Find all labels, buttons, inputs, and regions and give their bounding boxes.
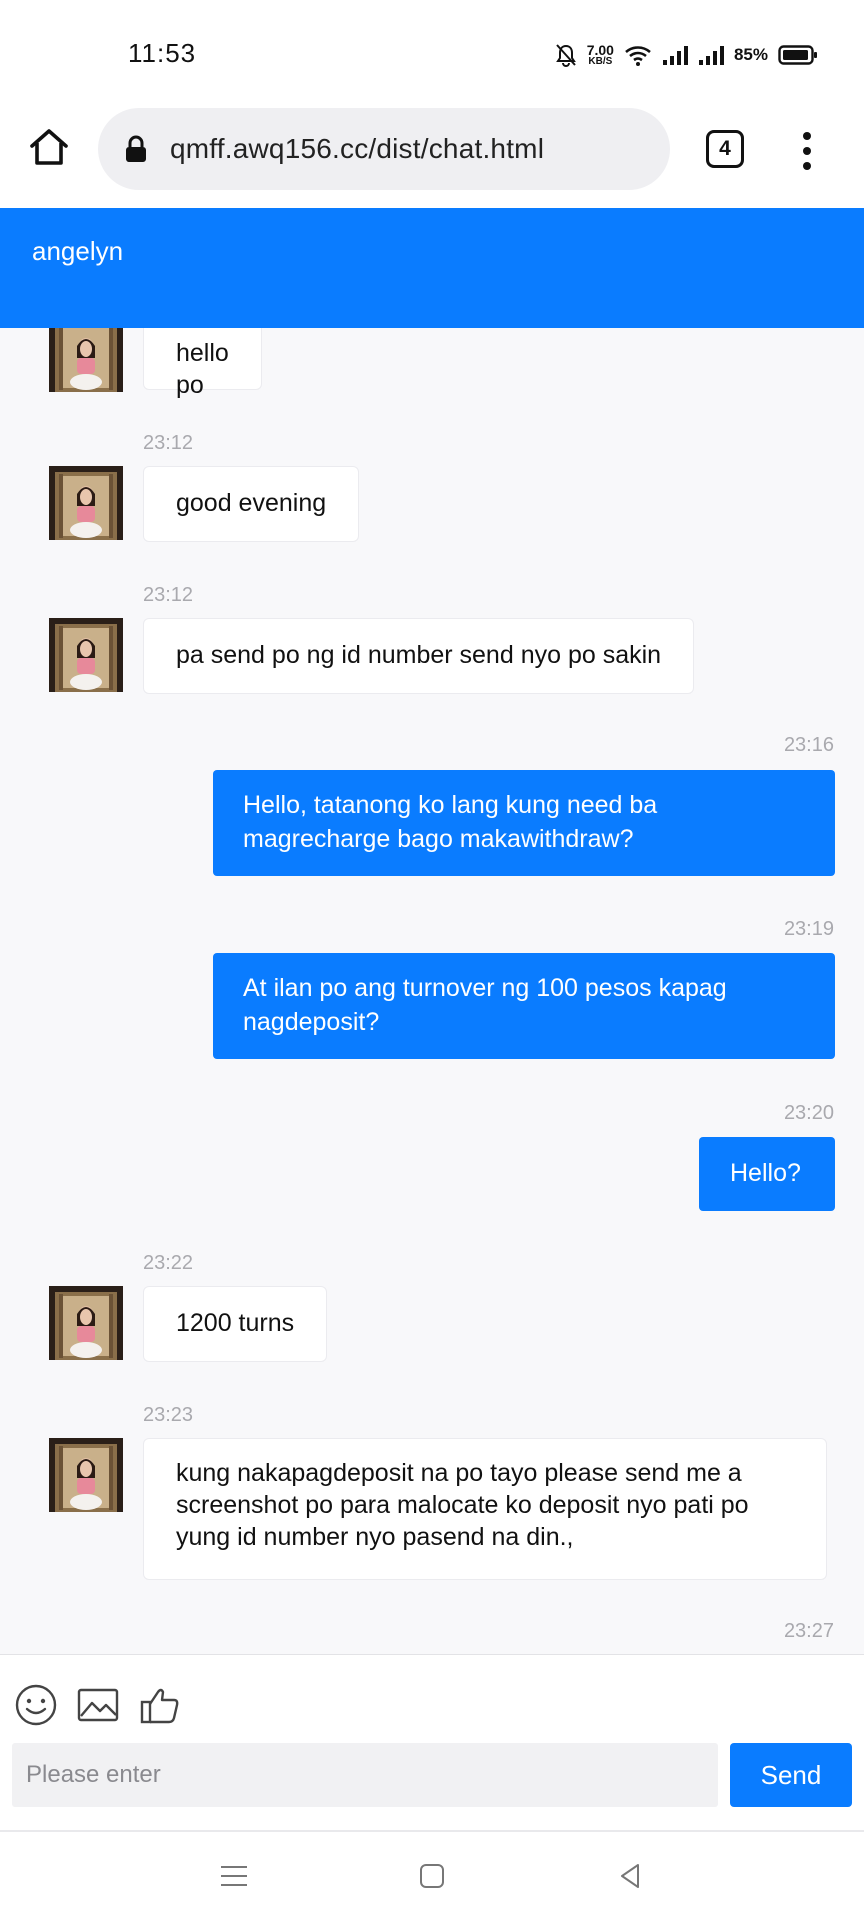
emoji-icon[interactable] xyxy=(14,1683,58,1727)
chat-app: 11:53 7.00 KB/S 85% qmff.awq156.cc/dist/… xyxy=(0,0,864,1920)
lock-icon xyxy=(126,135,146,162)
message-timestamp: 23:23 xyxy=(143,1404,194,1426)
back-triangle-icon[interactable] xyxy=(614,1860,646,1892)
composer: Please enter Send xyxy=(0,1654,864,1830)
url-text: qmff.awq156.cc/dist/chat.html xyxy=(170,133,545,164)
message-bubble: good evening xyxy=(143,466,360,542)
message-bubble: 1200 turns xyxy=(143,1286,328,1362)
message-bubble-outgoing: Hello, tatanong ko lang kung need ba mag… xyxy=(213,770,835,876)
send-button[interactable]: Send xyxy=(730,1743,852,1807)
message-bubble: hello po xyxy=(143,328,262,399)
message-timestamp: 23:20 xyxy=(783,1102,834,1124)
recents-menu-icon[interactable] xyxy=(218,1860,250,1892)
signal-icon xyxy=(662,46,688,65)
signal-icon-2 xyxy=(698,46,724,65)
battery-percent: 85% xyxy=(733,45,768,64)
battery-icon xyxy=(778,45,817,65)
wifi-icon xyxy=(625,46,651,66)
avatar xyxy=(49,328,123,392)
status-bar: 11:53 7.00 KB/S 85% xyxy=(0,0,864,100)
home-square-icon[interactable] xyxy=(416,1860,448,1892)
home-icon[interactable] xyxy=(28,126,70,168)
network-speed-unit: KB/S xyxy=(588,56,613,67)
message-timestamp: 23:22 xyxy=(143,1252,194,1274)
message-bubble-outgoing: Hello? xyxy=(699,1137,835,1211)
address-bar[interactable]: qmff.awq156.cc/dist/chat.html xyxy=(98,108,670,190)
message-timestamp: 23:12 xyxy=(143,584,194,606)
status-time: 11:53 xyxy=(128,38,197,68)
message-bubble: kung nakapagdeposit na po tayo please se… xyxy=(143,1438,827,1580)
message-bubble: pa send po ng id number send nyo po saki… xyxy=(143,618,695,694)
avatar xyxy=(49,1286,123,1360)
network-speed: 7.00 KB/S xyxy=(587,43,614,67)
avatar xyxy=(49,466,123,540)
message-timestamp: 23:19 xyxy=(783,918,834,940)
mute-bell-icon xyxy=(555,44,576,67)
status-icons: 7.00 KB/S 85% xyxy=(555,38,818,72)
image-icon[interactable] xyxy=(76,1683,120,1727)
tab-count-button[interactable]: 4 xyxy=(706,130,744,168)
message-list[interactable]: hello po 23:12 good evening 23:12 pa sen… xyxy=(0,328,864,1654)
system-navigation-bar xyxy=(0,1830,864,1920)
message-timestamp: 23:27 xyxy=(783,1620,834,1642)
message-input[interactable]: Please enter xyxy=(12,1743,718,1807)
message-timestamp: 23:12 xyxy=(143,432,194,454)
browser-toolbar: qmff.awq156.cc/dist/chat.html 4 xyxy=(0,100,864,208)
chat-header: angelyn xyxy=(0,208,864,328)
chat-title: angelyn xyxy=(32,236,124,266)
message-timestamp: 23:16 xyxy=(783,734,834,756)
more-vert-icon[interactable] xyxy=(794,128,820,174)
message-bubble-outgoing: At ilan po ang turnover ng 100 pesos kap… xyxy=(213,953,835,1059)
network-speed-value: 7.00 xyxy=(586,42,614,58)
avatar xyxy=(49,1438,123,1512)
avatar xyxy=(49,618,123,692)
thumbs-up-icon[interactable] xyxy=(138,1683,182,1727)
